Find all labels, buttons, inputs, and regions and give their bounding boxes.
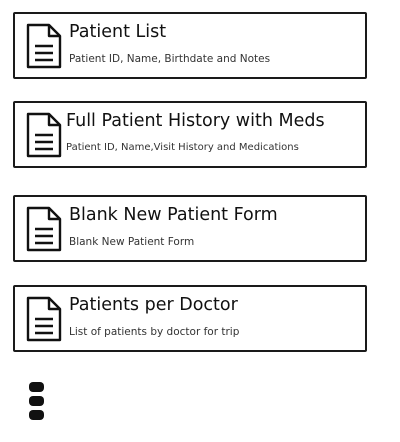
report-title: Full Patient History with Meds (66, 111, 325, 131)
report-subtitle: Blank New Patient Form (69, 236, 195, 248)
report-subtitle: List of patients by doctor for trip (69, 326, 240, 338)
document-icon (26, 206, 62, 252)
document-icon (26, 112, 62, 158)
report-card-patient-list[interactable]: Patient List Patient ID, Name, Birthdate… (13, 12, 367, 79)
report-card-patients-per-doctor[interactable]: Patients per Doctor List of patients by … (13, 285, 367, 352)
report-title: Blank New Patient Form (69, 205, 278, 225)
report-title: Patient List (69, 22, 167, 42)
vertical-ellipsis-icon[interactable] (28, 382, 46, 422)
report-title: Patients per Doctor (69, 295, 238, 315)
document-icon (26, 296, 62, 342)
report-subtitle: Patient ID, Name, Birthdate and Notes (69, 53, 271, 65)
report-card-blank-new-patient-form[interactable]: Blank New Patient Form Blank New Patient… (13, 195, 367, 262)
report-subtitle: Patient ID, Name,Visit History and Medic… (66, 142, 299, 153)
document-icon (26, 23, 62, 69)
report-card-full-patient-history[interactable]: Full Patient History with Meds Patient I… (13, 101, 367, 168)
